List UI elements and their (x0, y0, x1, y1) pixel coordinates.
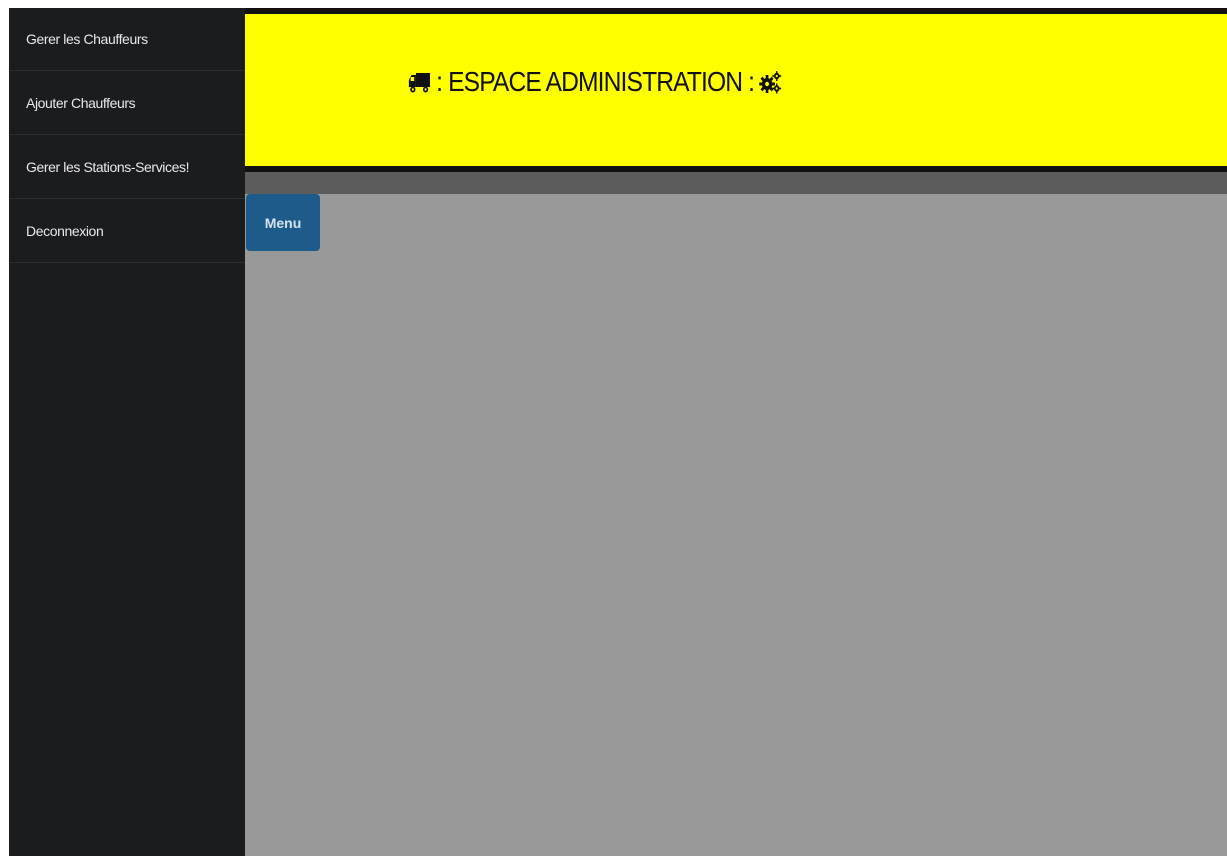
sidebar-item-ajouter-chauffeurs[interactable]: Ajouter Chauffeurs (9, 71, 245, 135)
page-title-row: : ESPACE ADMINISTRATION : (408, 66, 782, 98)
sidebar-item-deconnexion[interactable]: Deconnexion (9, 199, 245, 263)
header-divider-strip (245, 172, 1227, 194)
sidebar-item-gerer-stations[interactable]: Gerer les Stations-Services! (9, 135, 245, 199)
sidebar-item-gerer-chauffeurs[interactable]: Gerer les Chauffeurs (9, 8, 245, 71)
sidebar-item-label: Gerer les Stations-Services! (26, 158, 190, 175)
app-root: Gerer les Chauffeurs Ajouter Chauffeurs … (0, 0, 1227, 856)
sidebar-item-label: Gerer les Chauffeurs (26, 31, 148, 47)
main-content: : ESPACE ADMINISTRATION : Menu (245, 8, 1227, 856)
truck-icon (408, 69, 431, 95)
sidebar-item-label: Ajouter Chauffeurs (26, 94, 136, 111)
sidebar: Gerer les Chauffeurs Ajouter Chauffeurs … (9, 8, 245, 856)
sidebar-item-label: Deconnexion (26, 222, 104, 239)
menu-button[interactable]: Menu (246, 194, 320, 251)
gears-icon (759, 69, 782, 95)
page-header: : ESPACE ADMINISTRATION : (245, 8, 1227, 172)
page-title: : ESPACE ADMINISTRATION : (436, 66, 755, 97)
